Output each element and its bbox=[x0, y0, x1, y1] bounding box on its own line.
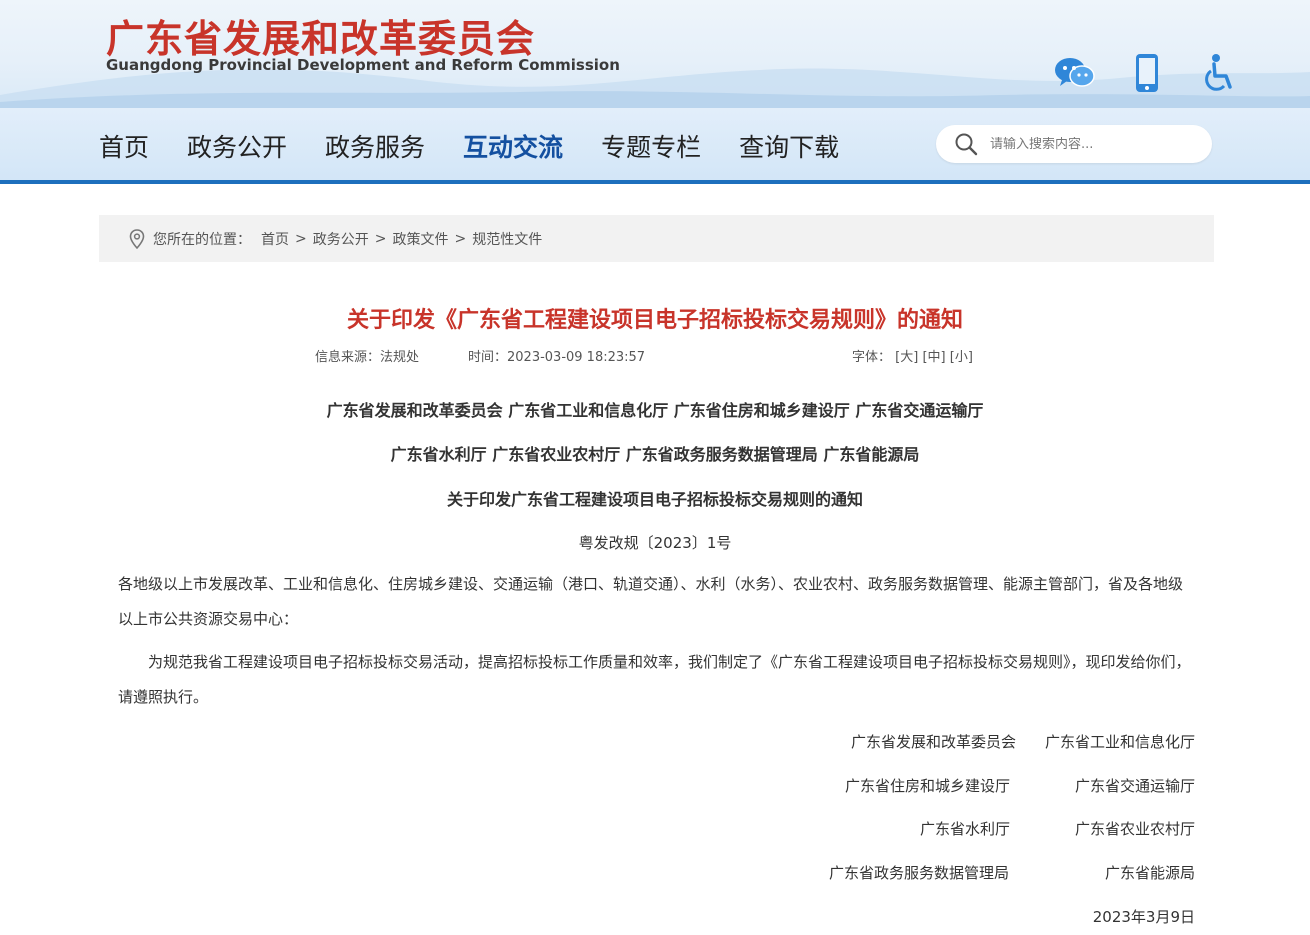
document-number: 粤发改规〔2023〕1号 bbox=[578, 534, 732, 552]
signature-energy: 广东省能源局 bbox=[1104, 864, 1195, 882]
signature-transport: 广东省交通运输厅 bbox=[1074, 777, 1195, 795]
signature-housing: 广东省住房和城乡建设厅 bbox=[844, 777, 1010, 795]
article-title: 关于印发《广东省工程建设项目电子招标投标交易规则》的通知 bbox=[346, 308, 963, 333]
recipients-paragraph: 各地级以上市发展改革、工业和信息化、住房城乡建设、交通运输（港口、轨道交通）、水… bbox=[118, 575, 1184, 628]
site-logo-cn[interactable]: 广东省发展和改革委员会 bbox=[106, 8, 535, 63]
signature-water: 广东省水利厅 bbox=[919, 820, 1010, 838]
document-date: 2023年3月9日 bbox=[1092, 908, 1195, 926]
main-navigation: 首页 政务公开 政务服务 互动交流 专题专栏 查询下载 bbox=[0, 108, 1310, 184]
breadcrumb-label: 您所在的位置： bbox=[153, 231, 251, 248]
font-size-large-button[interactable]: [大] bbox=[895, 350, 918, 365]
breadcrumb-home[interactable]: 首页 bbox=[261, 229, 289, 249]
issuers-line-2: 广东省水利厅 广东省农业农村厅 广东省政务服务数据管理局 广东省能源局 bbox=[390, 445, 920, 464]
nav-item-government-affairs[interactable]: 政务公开 bbox=[187, 128, 287, 164]
signature-ndrc: 广东省发展和改革委员会 bbox=[850, 733, 1016, 751]
nav-item-query-download[interactable]: 查询下载 bbox=[739, 128, 839, 164]
breadcrumb-separator: > bbox=[454, 230, 467, 247]
breadcrumb-separator: > bbox=[295, 230, 307, 247]
mobile-icon[interactable] bbox=[1126, 52, 1168, 94]
font-size-medium-button[interactable]: [中] bbox=[922, 350, 945, 365]
search-box bbox=[936, 125, 1212, 163]
search-input[interactable] bbox=[990, 136, 1190, 152]
signature-miit: 广东省工业和信息化厅 bbox=[1044, 733, 1195, 751]
nav-item-interaction[interactable]: 互动交流 bbox=[463, 128, 563, 164]
font-size-small-button[interactable]: [小] bbox=[950, 350, 973, 365]
breadcrumb: 您所在的位置： 首页 > 政务公开 > 政策文件 > 规范性文件 bbox=[99, 215, 1214, 262]
signature-agriculture: 广东省农业农村厅 bbox=[1074, 820, 1195, 838]
font-size-controls: 字体： [大] [中] [小] bbox=[852, 346, 973, 365]
article-time: 时间：2023-03-09 18:23:57 bbox=[468, 350, 646, 365]
location-pin-icon bbox=[129, 228, 145, 249]
nav-item-government-services[interactable]: 政务服务 bbox=[325, 128, 425, 164]
document-title: 关于印发广东省工程建设项目电子招标投标交易规则的通知 bbox=[446, 490, 863, 509]
breadcrumb-separator: > bbox=[374, 230, 387, 247]
nav-item-home[interactable]: 首页 bbox=[99, 128, 149, 164]
header-banner: 广东省发展和改革委员会 Guangdong Provincial Develop… bbox=[0, 0, 1310, 110]
breadcrumb-normative-documents[interactable]: 规范性文件 bbox=[472, 229, 542, 249]
nav-item-special-topics[interactable]: 专题专栏 bbox=[601, 128, 701, 164]
search-icon[interactable] bbox=[954, 132, 978, 156]
site-logo-en[interactable]: Guangdong Provincial Development and Ref… bbox=[106, 56, 620, 74]
font-size-label: 字体： bbox=[852, 350, 892, 365]
signature-data-bureau: 广东省政务服务数据管理局 bbox=[828, 864, 1009, 882]
wechat-icon[interactable] bbox=[1054, 52, 1096, 94]
issuers-line-1: 广东省发展和改革委员会 广东省工业和信息化厅 广东省住房和城乡建设厅 广东省交通… bbox=[326, 401, 984, 420]
breadcrumb-policy-documents[interactable]: 政策文件 bbox=[392, 229, 448, 249]
article-source: 信息来源：法规处 bbox=[315, 350, 420, 365]
breadcrumb-government-affairs[interactable]: 政务公开 bbox=[313, 229, 369, 249]
body-paragraph: 为规范我省工程建设项目电子招标投标交易活动，提高招标投标工作质量和效率，我们制定… bbox=[118, 653, 1191, 706]
accessibility-icon[interactable] bbox=[1198, 52, 1240, 94]
